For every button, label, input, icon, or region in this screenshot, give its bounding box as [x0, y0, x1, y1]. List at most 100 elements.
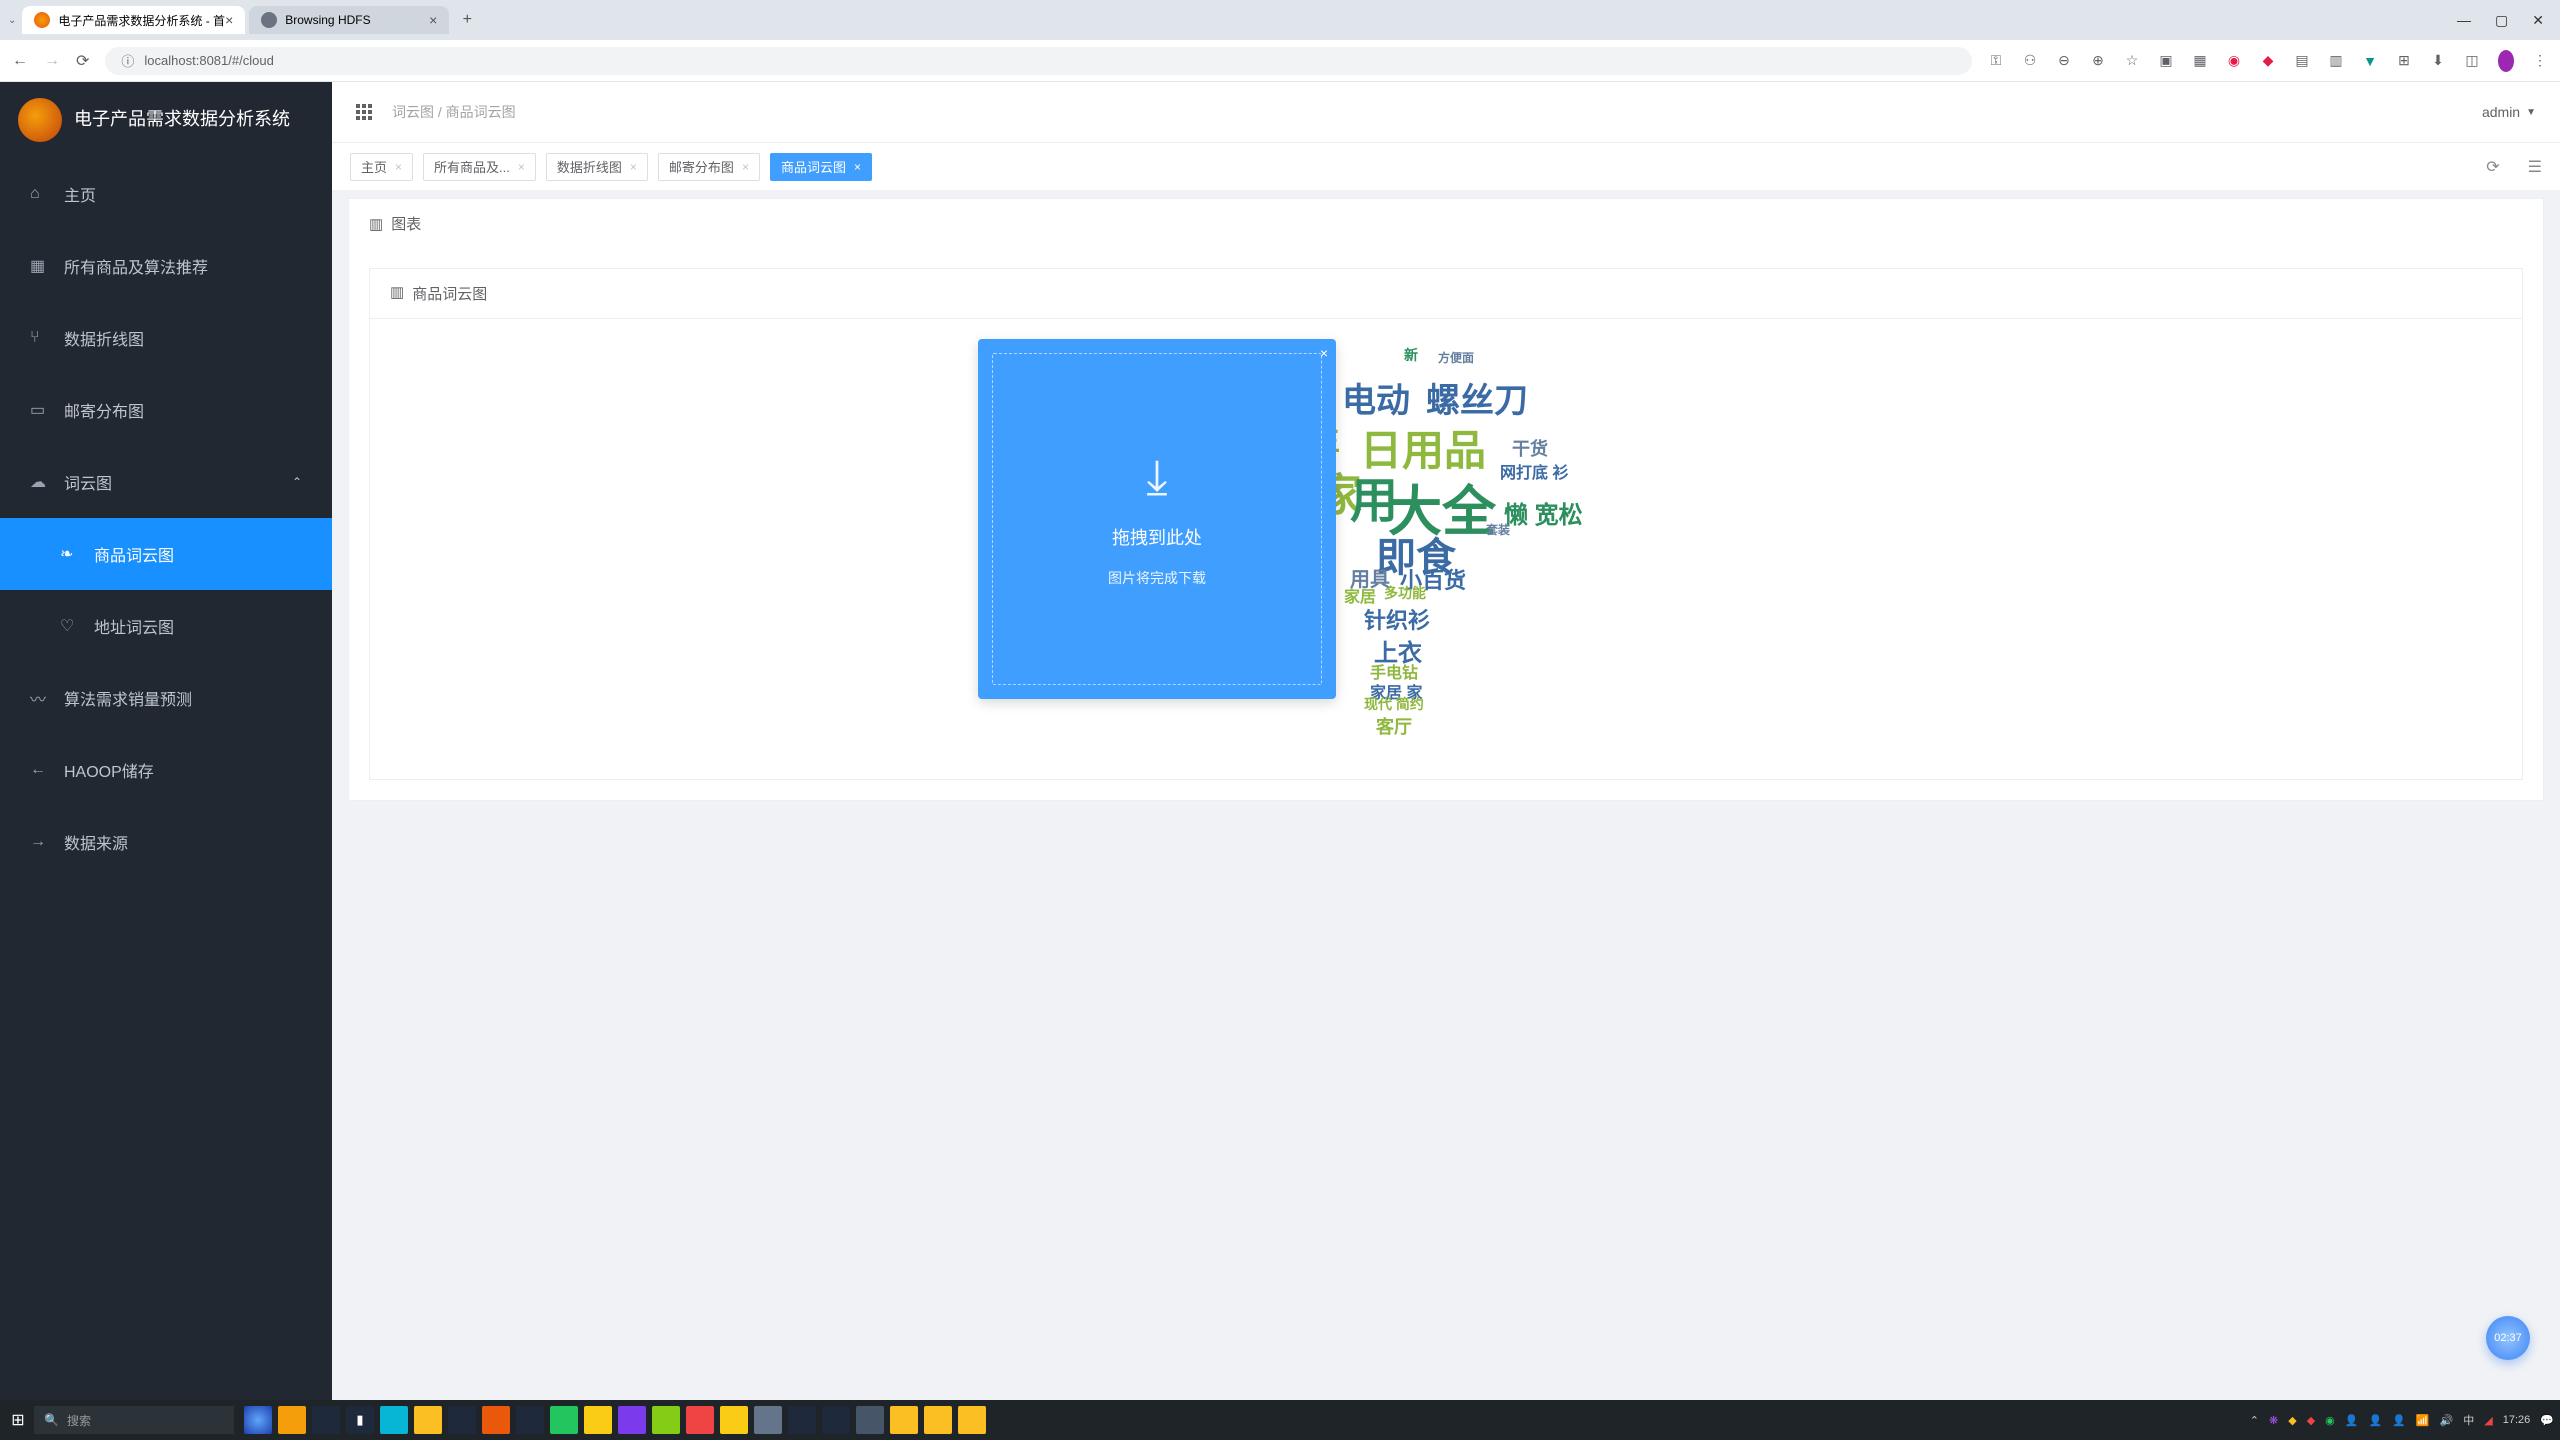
tray-icon[interactable]: ◢: [2484, 1414, 2492, 1427]
apps-icon[interactable]: [356, 104, 372, 120]
taskbar-app-icon[interactable]: [584, 1406, 612, 1434]
taskbar-app-icon[interactable]: [720, 1406, 748, 1434]
close-icon[interactable]: ×: [854, 160, 861, 174]
taskbar-app-icon[interactable]: [686, 1406, 714, 1434]
ext-icon[interactable]: ▣: [2158, 52, 2174, 69]
main-content: 词云图 / 商品词云图 admin ▼ 主页× 所有商品及...× 数据折线图×…: [332, 82, 2560, 1400]
taskbar-app-icon[interactable]: [618, 1406, 646, 1434]
minimize-icon[interactable]: —: [2457, 12, 2471, 29]
new-tab-button[interactable]: +: [453, 11, 481, 29]
sidebar-item-forecast[interactable]: 〰 算法需求销量预测: [0, 662, 332, 734]
profile-avatar[interactable]: [2498, 50, 2514, 72]
taskbar-app-icon[interactable]: [380, 1406, 408, 1434]
tray-icon[interactable]: 👤: [2345, 1414, 2359, 1427]
breadcrumb-b[interactable]: 商品词云图: [446, 104, 516, 120]
reload-button[interactable]: ⟳: [76, 51, 89, 71]
extensions-icon[interactable]: ⊞: [2396, 52, 2412, 69]
taskbar-app-icon[interactable]: [312, 1406, 340, 1434]
taskbar-app-icon[interactable]: [652, 1406, 680, 1434]
ext-icon[interactable]: ▦: [2192, 52, 2208, 69]
close-window-icon[interactable]: ✕: [2532, 12, 2544, 29]
ext-icon[interactable]: ◆: [2260, 52, 2276, 69]
tab-home[interactable]: 主页×: [350, 153, 413, 181]
taskbar-app-icon[interactable]: [414, 1406, 442, 1434]
taskbar-search[interactable]: 🔍 搜索: [34, 1406, 234, 1434]
tab-dropdown-icon[interactable]: ⌄: [8, 15, 16, 26]
taskbar-app-icon[interactable]: [550, 1406, 578, 1434]
menu-icon[interactable]: ⋮: [2532, 52, 2548, 69]
tray-icon[interactable]: ◆: [2307, 1414, 2315, 1427]
tray-icon[interactable]: ❋: [2269, 1414, 2278, 1427]
key-icon[interactable]: ⚿: [1988, 52, 2004, 69]
site-info-icon[interactable]: ⓘ: [121, 51, 134, 70]
taskbar-app-icon[interactable]: [890, 1406, 918, 1434]
taskbar-app-icon[interactable]: [448, 1406, 476, 1434]
taskbar-app-icon[interactable]: [856, 1406, 884, 1434]
taskbar-app-icon[interactable]: [754, 1406, 782, 1434]
notifications-icon[interactable]: 💬: [2540, 1414, 2554, 1427]
close-icon[interactable]: ×: [742, 160, 749, 174]
tab-mail[interactable]: 邮寄分布图×: [658, 153, 760, 181]
sidebar-item-line-chart[interactable]: ⑂ 数据折线图: [0, 302, 332, 374]
tray-icon[interactable]: 👤: [2368, 1414, 2382, 1427]
back-button[interactable]: ←: [12, 52, 28, 70]
refresh-icon[interactable]: ⟳: [2486, 157, 2499, 177]
ext-icon[interactable]: ▤: [2294, 52, 2310, 69]
tray-icon[interactable]: ◆: [2288, 1414, 2296, 1427]
taskbar-app-icon[interactable]: [958, 1406, 986, 1434]
tray-icon[interactable]: 📶: [2416, 1414, 2430, 1427]
taskbar-app-icon[interactable]: ▮: [346, 1406, 374, 1434]
sidebar-item-products[interactable]: ▦ 所有商品及算法推荐: [0, 230, 332, 302]
taskbar-app-icon[interactable]: [482, 1406, 510, 1434]
zoom-in-icon[interactable]: ⊕: [2090, 52, 2106, 69]
close-icon[interactable]: ×: [1320, 345, 1328, 361]
browser-tab-active[interactable]: 电子产品需求数据分析系统 - 首 ×: [22, 6, 245, 34]
taskbar-app-icon[interactable]: [516, 1406, 544, 1434]
close-icon[interactable]: ×: [225, 12, 233, 28]
taskbar-app-icon[interactable]: [278, 1406, 306, 1434]
close-icon[interactable]: ×: [429, 12, 437, 28]
sidebar-item-home[interactable]: ⌂ 主页: [0, 158, 332, 230]
tab-line[interactable]: 数据折线图×: [546, 153, 648, 181]
settings-icon[interactable]: ☰: [2528, 157, 2542, 177]
sidebar-item-hadoop[interactable]: ← HAOOP储存: [0, 734, 332, 806]
translate-icon[interactable]: ⚇: [2022, 52, 2038, 69]
breadcrumb-a[interactable]: 词云图: [392, 104, 434, 120]
ext-icon[interactable]: ▥: [2328, 52, 2344, 69]
browser-tab[interactable]: Browsing HDFS ×: [249, 6, 449, 34]
sidepanel-icon[interactable]: ◫: [2464, 52, 2480, 69]
tab-products[interactable]: 所有商品及...×: [423, 153, 536, 181]
close-icon[interactable]: ×: [630, 160, 637, 174]
start-button[interactable]: ⊞: [6, 1408, 30, 1432]
zoom-out-icon[interactable]: ⊖: [2056, 52, 2072, 69]
tray-icon[interactable]: 👤: [2392, 1414, 2406, 1427]
download-icon[interactable]: ⬇: [2430, 52, 2446, 69]
floating-timer[interactable]: 02:37: [2486, 1316, 2530, 1360]
dropzone-overlay[interactable]: × ⤓ 拖拽到此处 图片将完成下载: [978, 339, 1336, 699]
tab-product-cloud[interactable]: 商品词云图×: [770, 153, 872, 181]
close-icon[interactable]: ×: [518, 160, 525, 174]
tray-icon[interactable]: 🔊: [2440, 1414, 2454, 1427]
sidebar-item-product-cloud[interactable]: ❧ 商品词云图: [0, 518, 332, 590]
tray-icon[interactable]: ⌃: [2250, 1414, 2259, 1427]
sidebar-item-mail-dist[interactable]: ▭ 邮寄分布图: [0, 374, 332, 446]
ext-icon[interactable]: ◉: [2226, 52, 2242, 69]
taskbar-app-icon[interactable]: [822, 1406, 850, 1434]
maximize-icon[interactable]: ▢: [2495, 12, 2508, 29]
star-icon[interactable]: ☆: [2124, 52, 2140, 69]
close-icon[interactable]: ×: [395, 160, 402, 174]
sidebar-item-wordcloud[interactable]: ☁ 词云图 ⌃: [0, 446, 332, 518]
ime-indicator[interactable]: 中: [2463, 1412, 2474, 1428]
tray-icon[interactable]: ◉: [2325, 1414, 2335, 1427]
forward-button[interactable]: →: [44, 52, 60, 70]
sidebar-item-address-cloud[interactable]: ♡ 地址词云图: [0, 590, 332, 662]
sidebar-item-datasource[interactable]: → 数据来源: [0, 806, 332, 878]
ext-icon[interactable]: ▼: [2362, 53, 2378, 69]
taskbar-app-icon[interactable]: [924, 1406, 952, 1434]
user-menu[interactable]: admin ▼: [2482, 104, 2536, 120]
taskbar-app-icon[interactable]: [244, 1406, 272, 1434]
taskbar-app-icon[interactable]: [788, 1406, 816, 1434]
sidebar-item-label: HAOOP储存: [64, 758, 154, 782]
url-input[interactable]: ⓘ localhost:8081/#/cloud: [105, 47, 1972, 75]
clock[interactable]: 17:26: [2503, 1414, 2531, 1426]
